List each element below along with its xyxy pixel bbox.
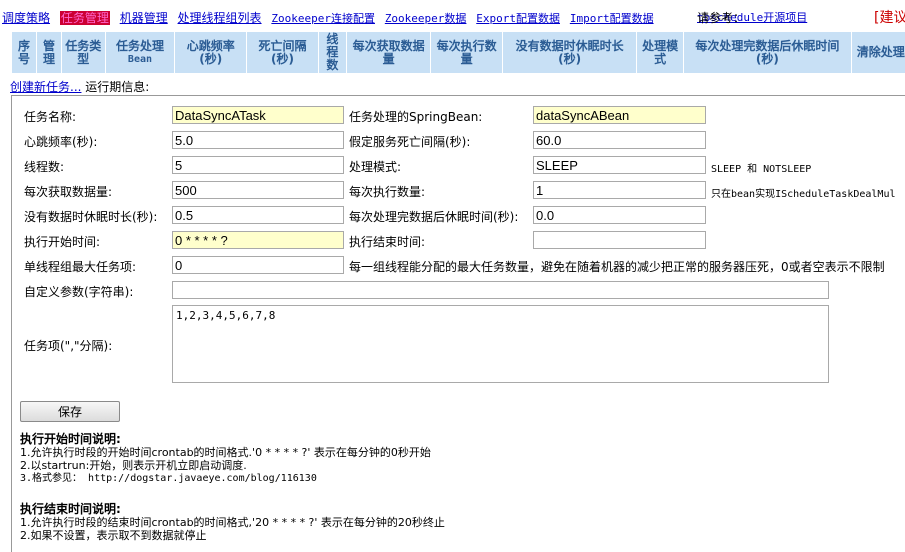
max-items-hint: 每一组线程能分配的最大任务数量，避免在随着机器的减少把正常的服务器压死，0或者空… [349, 260, 885, 274]
heartbeat-label: 心跳频率(秒): [24, 135, 98, 149]
task-items-textarea[interactable]: 1,2,3,4,5,6,7,8 [172, 305, 829, 383]
threads-label: 线程数: [24, 160, 65, 174]
col-mode: 处理模式 [636, 31, 685, 74]
task-name-label: 任务名称: [24, 110, 77, 124]
col-threads: 线程数 [317, 31, 347, 74]
mode-input[interactable] [533, 156, 706, 174]
end-time-input[interactable] [533, 231, 706, 249]
col-index: 序号 [11, 31, 37, 74]
info-line: 创建新任务... 运行期信息: [10, 78, 149, 95]
end-notes-title: 执行结束时间说明: [20, 502, 121, 516]
idle-sleep-label: 没有数据时休眠时长(秒): [24, 210, 158, 224]
nav-export-config[interactable]: Export配置数据 [476, 12, 560, 25]
start-notes-title: 执行开始时间说明: [20, 432, 121, 446]
bean-label: 任务处理的SpringBean: [349, 110, 483, 124]
after-sleep-input[interactable] [533, 206, 706, 224]
threads-input[interactable] [172, 156, 344, 174]
col-manage: 管理 [35, 31, 62, 74]
nav-machine-management[interactable]: 机器管理 [120, 11, 168, 25]
start-time-notes: 执行开始时间说明: 1.允许执行时段的开始时间crontab的时间格式.'0 *… [20, 433, 431, 485]
col-exec-num: 每次执行数量 [430, 31, 504, 74]
start-time-input[interactable] [172, 231, 344, 249]
exec-num-input[interactable] [533, 181, 706, 199]
start-notes-line-1: 1.允许执行时段的开始时间crontab的时间格式.'0 * * * * ?' … [20, 446, 431, 459]
runtime-info-label: 运行期信息: [85, 80, 150, 94]
col-clear: 清除处理 [850, 31, 905, 74]
start-notes-line-2: 2.以startrun:开始，则表示开机立即启动调度. [20, 459, 247, 472]
exec-num-label: 每次执行数量: [349, 185, 426, 199]
col-task-type: 任务类型 [60, 31, 106, 74]
after-sleep-label: 每次处理完数据后休眠时间(秒): [349, 210, 519, 224]
col-fetch-num: 每次获取数据量 [345, 31, 432, 74]
reference-label: 请参考： [697, 11, 746, 25]
heartbeat-input[interactable] [172, 131, 344, 149]
suggest-link[interactable]: [建议 [874, 7, 905, 27]
end-time-label: 执行结束时间: [349, 235, 426, 249]
task-edit-panel: 任务名称: 任务处理的SpringBean: 心跳频率(秒): 假定服务死亡间隔… [11, 95, 905, 552]
max-items-input[interactable] [172, 256, 344, 274]
nav-zookeeper-config[interactable]: Zookeeper连接配置 [271, 12, 375, 25]
nav-thread-group-list[interactable]: 处理线程组列表 [178, 11, 262, 25]
nav-import-config[interactable]: Import配置数据 [570, 12, 654, 25]
dead-interval-label: 假定服务死亡间隔(秒): [349, 135, 471, 149]
col-dead-interval: 死亡间隔(秒) [246, 31, 319, 74]
params-label: 自定义参数(字符串): [24, 285, 134, 299]
reference: 请参考： tbschedule开源项目 [697, 9, 807, 25]
mode-label: 处理模式: [349, 160, 402, 174]
col-task-bean: 任务处理 Bean [104, 31, 176, 74]
params-input[interactable] [172, 281, 829, 299]
col-idle-sleep: 没有数据时休眠时长(秒) [502, 31, 638, 74]
end-notes-line-1: 1.允许执行时段的结束时间crontab的时间格式,'20 * * * * ?'… [20, 516, 445, 529]
task-table-header: 序号 管理 任务类型 任务处理 Bean 心跳频率(秒) 死亡间隔(秒) 线程数 … [11, 31, 905, 74]
start-time-label: 执行开始时间: [24, 235, 101, 249]
bean-input[interactable] [533, 106, 706, 124]
end-notes-line-2: 2.如果不设置，表示取不到数据就停止 [20, 529, 207, 542]
dead-interval-input[interactable] [533, 131, 706, 149]
top-nav: 调度策略 任务管理 机器管理 处理线程组列表 Zookeeper连接配置 Zoo… [0, 0, 905, 30]
exec-num-hint: 只在bean实现IScheduleTaskDealMul [711, 189, 896, 200]
nav-task-management[interactable]: 任务管理 [59, 11, 110, 25]
idle-sleep-input[interactable] [172, 206, 344, 224]
nav-schedule-strategy[interactable]: 调度策略 [2, 11, 50, 25]
task-name-input[interactable] [172, 106, 344, 124]
task-items-label: 任务项(","分隔): [24, 339, 113, 353]
end-time-notes: 执行结束时间说明: 1.允许执行时段的结束时间crontab的时间格式,'20 … [20, 502, 445, 543]
start-notes-line-3: 3.格式参见： http://dogstar.javaeye.com/blog/… [20, 473, 317, 484]
col-heartbeat: 心跳频率(秒) [174, 31, 248, 74]
fetch-num-input[interactable] [172, 181, 344, 199]
nav-links: 调度策略 任务管理 机器管理 处理线程组列表 Zookeeper连接配置 Zoo… [2, 9, 660, 26]
fetch-num-label: 每次获取数据量: [24, 185, 113, 199]
max-items-label: 单线程组最大任务项: [24, 260, 137, 274]
nav-zookeeper-data[interactable]: Zookeeper数据 [385, 12, 467, 25]
save-button[interactable]: 保存 [20, 401, 120, 422]
col-after-sleep: 每次处理完数据后休眠时间(秒) [683, 31, 852, 74]
mode-hint: SLEEP 和 NOTSLEEP [711, 164, 812, 175]
create-task-link[interactable]: 创建新任务... [10, 80, 81, 94]
